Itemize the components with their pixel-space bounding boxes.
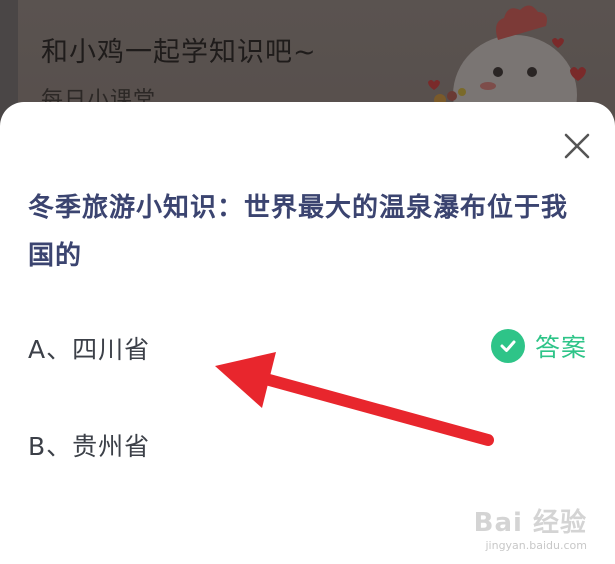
screen: 和小鸡一起学知识吧~ 每日小课堂 冬季旅游小知识：世界最大的温泉瀑布位于我国的 … (0, 0, 615, 564)
answer-label: 答案 (534, 333, 587, 362)
answer-tag: 答案 (490, 328, 587, 364)
question-modal: 冬季旅游小知识：世界最大的温泉瀑布位于我国的 A、四川省 答案 B、贵州省 Ba… (0, 102, 615, 564)
chick-mascot-icon (428, 5, 586, 110)
check-circle-icon (490, 329, 525, 363)
question-text: 冬季旅游小知识：世界最大的温泉瀑布位于我国的 (28, 193, 569, 271)
close-icon[interactable] (563, 132, 591, 160)
watermark: Bai 经验 jingyan.baidu.com (474, 502, 587, 552)
watermark-logo: Bai 经验 (473, 508, 587, 538)
watermark-url: jingyan.baidu.com (485, 539, 587, 552)
option-b[interactable]: B、贵州省 (28, 427, 150, 463)
option-a[interactable]: A、四川省 (28, 330, 150, 366)
background-card-title: 和小鸡一起学知识吧~ (41, 37, 317, 68)
